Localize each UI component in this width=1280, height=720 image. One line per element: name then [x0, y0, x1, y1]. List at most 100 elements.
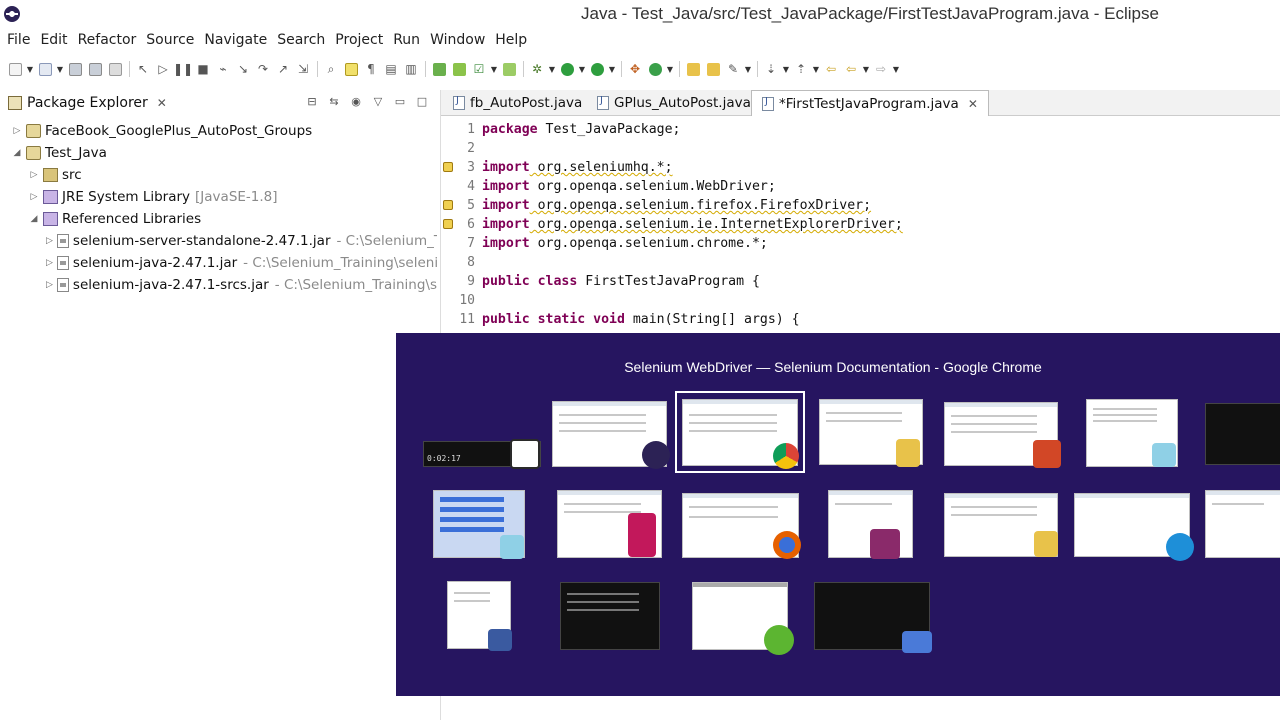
code-line[interactable]: package Test_JavaPackage;	[482, 120, 1272, 139]
next-annotation-dropdown-icon[interactable]: ▼	[782, 60, 790, 78]
check-dropdown-icon[interactable]: ▼	[490, 60, 498, 78]
menu-edit[interactable]: Edit	[35, 30, 72, 50]
new-wizard-icon[interactable]	[36, 60, 54, 78]
step-into-icon[interactable]: ↘	[234, 60, 252, 78]
code-line[interactable]	[482, 291, 1272, 310]
warning-icon[interactable]	[443, 200, 453, 210]
tree-item-jar[interactable]: ▷ selenium-server-standalone-2.47.1.jar …	[0, 230, 437, 252]
warning-icon[interactable]	[443, 162, 453, 172]
tree-item-test-java[interactable]: ◢ Test_Java	[0, 142, 437, 164]
thumbnail-cmd-window[interactable]	[560, 582, 660, 650]
device-icon[interactable]	[500, 60, 518, 78]
debug-dropdown-icon[interactable]: ▼	[548, 60, 556, 78]
new-icon[interactable]	[6, 60, 24, 78]
highlight-icon[interactable]	[342, 60, 360, 78]
collapse-all-icon[interactable]: ⊟	[305, 94, 319, 108]
menu-navigate[interactable]: Navigate	[199, 30, 272, 50]
menu-search[interactable]: Search	[272, 30, 330, 50]
suspend-icon[interactable]: ❚❚	[173, 60, 193, 78]
expand-icon[interactable]: ▷	[46, 236, 53, 246]
view-menu-icon[interactable]: ▽	[371, 94, 385, 108]
menu-source[interactable]: Source	[141, 30, 199, 50]
new-class-dropdown-icon[interactable]: ▼	[666, 60, 674, 78]
android-icon[interactable]	[450, 60, 468, 78]
block-select-icon[interactable]: ▤	[382, 60, 400, 78]
run-dropdown-icon[interactable]: ▼	[578, 60, 586, 78]
wizard-dropdown-icon[interactable]: ▼	[56, 60, 64, 78]
resume-icon[interactable]: ▷	[154, 60, 172, 78]
prev-annotation-dropdown-icon[interactable]: ▼	[812, 60, 820, 78]
code-line[interactable]: public static void main(String[] args) {	[482, 310, 1272, 329]
expand-icon[interactable]: ▷	[46, 280, 53, 290]
package-explorer-tab[interactable]: Package Explorer ✕	[0, 90, 175, 116]
expand-icon[interactable]: ▷	[29, 192, 39, 202]
collapse-icon[interactable]: ◢	[29, 214, 39, 224]
tree-item-jar[interactable]: ▷ selenium-java-2.47.1.jar - C:\Selenium…	[0, 252, 437, 274]
open-task-icon[interactable]	[704, 60, 722, 78]
warning-icon[interactable]	[443, 219, 453, 229]
step-over-icon[interactable]: ↷	[254, 60, 272, 78]
new-class-icon[interactable]	[646, 60, 664, 78]
focus-task-icon[interactable]: ◉	[349, 94, 363, 108]
code-line[interactable]: import org.openqa.selenium.ie.InternetEx…	[482, 215, 1272, 234]
external-tools-icon[interactable]	[588, 60, 606, 78]
menu-help[interactable]: Help	[490, 30, 532, 50]
download-icon[interactable]	[430, 60, 448, 78]
tree-item-referenced-libraries[interactable]: ◢ Referenced Libraries	[0, 208, 437, 230]
last-edit-icon[interactable]: ⇦	[822, 60, 840, 78]
terminate-icon[interactable]: ■	[194, 60, 212, 78]
maximize-icon[interactable]: □	[415, 94, 429, 108]
debug-icon[interactable]: ✲	[528, 60, 546, 78]
tab-fb-autopost[interactable]: fb_AutoPost.java	[443, 90, 592, 116]
new-java-project-icon[interactable]: ✥	[626, 60, 644, 78]
doc-icon[interactable]: ▥	[402, 60, 420, 78]
menu-file[interactable]: File	[2, 30, 35, 50]
tree-item-jar[interactable]: ▷ selenium-java-2.47.1-srcs.jar - C:\Sel…	[0, 274, 437, 296]
thumbnail-explorer-window-4[interactable]	[1205, 490, 1280, 558]
show-whitespace-icon[interactable]: ¶	[362, 60, 380, 78]
back-dropdown-icon[interactable]: ▼	[862, 60, 870, 78]
step-return-icon[interactable]: ↗	[274, 60, 292, 78]
code-line[interactable]	[482, 139, 1272, 158]
menu-run[interactable]: Run	[388, 30, 425, 50]
menu-refactor[interactable]: Refactor	[73, 30, 142, 50]
close-icon[interactable]: ✕	[968, 97, 978, 111]
save-icon[interactable]	[66, 60, 84, 78]
pen-icon[interactable]: ✎	[724, 60, 742, 78]
expand-icon[interactable]: ▷	[46, 258, 53, 268]
expand-icon[interactable]: ▷	[29, 170, 39, 180]
drop-frame-icon[interactable]: ⇲	[294, 60, 312, 78]
menu-project[interactable]: Project	[330, 30, 388, 50]
print-icon[interactable]	[106, 60, 124, 78]
search-icon[interactable]: ⌕	[322, 60, 340, 78]
code-line[interactable]	[482, 253, 1272, 272]
pointer-icon[interactable]: ↖	[134, 60, 152, 78]
code-area[interactable]: package Test_JavaPackage; import org.sel…	[482, 120, 1272, 329]
expand-icon[interactable]: ▷	[12, 126, 22, 136]
tree-item-jre-library[interactable]: ▷ JRE System Library [JavaSE-1.8]	[0, 186, 437, 208]
menu-window[interactable]: Window	[425, 30, 490, 50]
prev-annotation-icon[interactable]: ⇡	[792, 60, 810, 78]
tree-item-src[interactable]: ▷ src	[0, 164, 437, 186]
forward-dropdown-icon[interactable]: ▼	[892, 60, 900, 78]
open-type-icon[interactable]	[684, 60, 702, 78]
minimize-icon[interactable]: ▭	[393, 94, 407, 108]
save-all-icon[interactable]	[86, 60, 104, 78]
tree-item-facebook-project[interactable]: ▷ FaceBook_GooglePlus_AutoPost_Groups	[0, 120, 437, 142]
thumbnail-media-window[interactable]	[1205, 403, 1280, 465]
code-line[interactable]: public class FirstTestJavaProgram {	[482, 272, 1272, 291]
disconnect-icon[interactable]: ⌁	[214, 60, 232, 78]
tab-gplus-autopost[interactable]: GPlus_AutoPost.java	[587, 90, 761, 116]
close-icon[interactable]: ✕	[157, 96, 167, 110]
code-line[interactable]: import org.seleniumhq.*;	[482, 158, 1272, 177]
new-dropdown-icon[interactable]: ▼	[26, 60, 34, 78]
code-line[interactable]: import org.openqa.selenium.chrome.*;	[482, 234, 1272, 253]
pen-dropdown-icon[interactable]: ▼	[744, 60, 752, 78]
tab-first-test-java-program[interactable]: *FirstTestJavaProgram.java ✕	[751, 90, 989, 116]
code-line[interactable]: import org.openqa.selenium.firefox.Firef…	[482, 196, 1272, 215]
link-editor-icon[interactable]: ⇆	[327, 94, 341, 108]
next-annotation-icon[interactable]: ⇣	[762, 60, 780, 78]
external-tools-dropdown-icon[interactable]: ▼	[608, 60, 616, 78]
code-line[interactable]: import org.openqa.selenium.WebDriver;	[482, 177, 1272, 196]
check-icon[interactable]: ☑	[470, 60, 488, 78]
